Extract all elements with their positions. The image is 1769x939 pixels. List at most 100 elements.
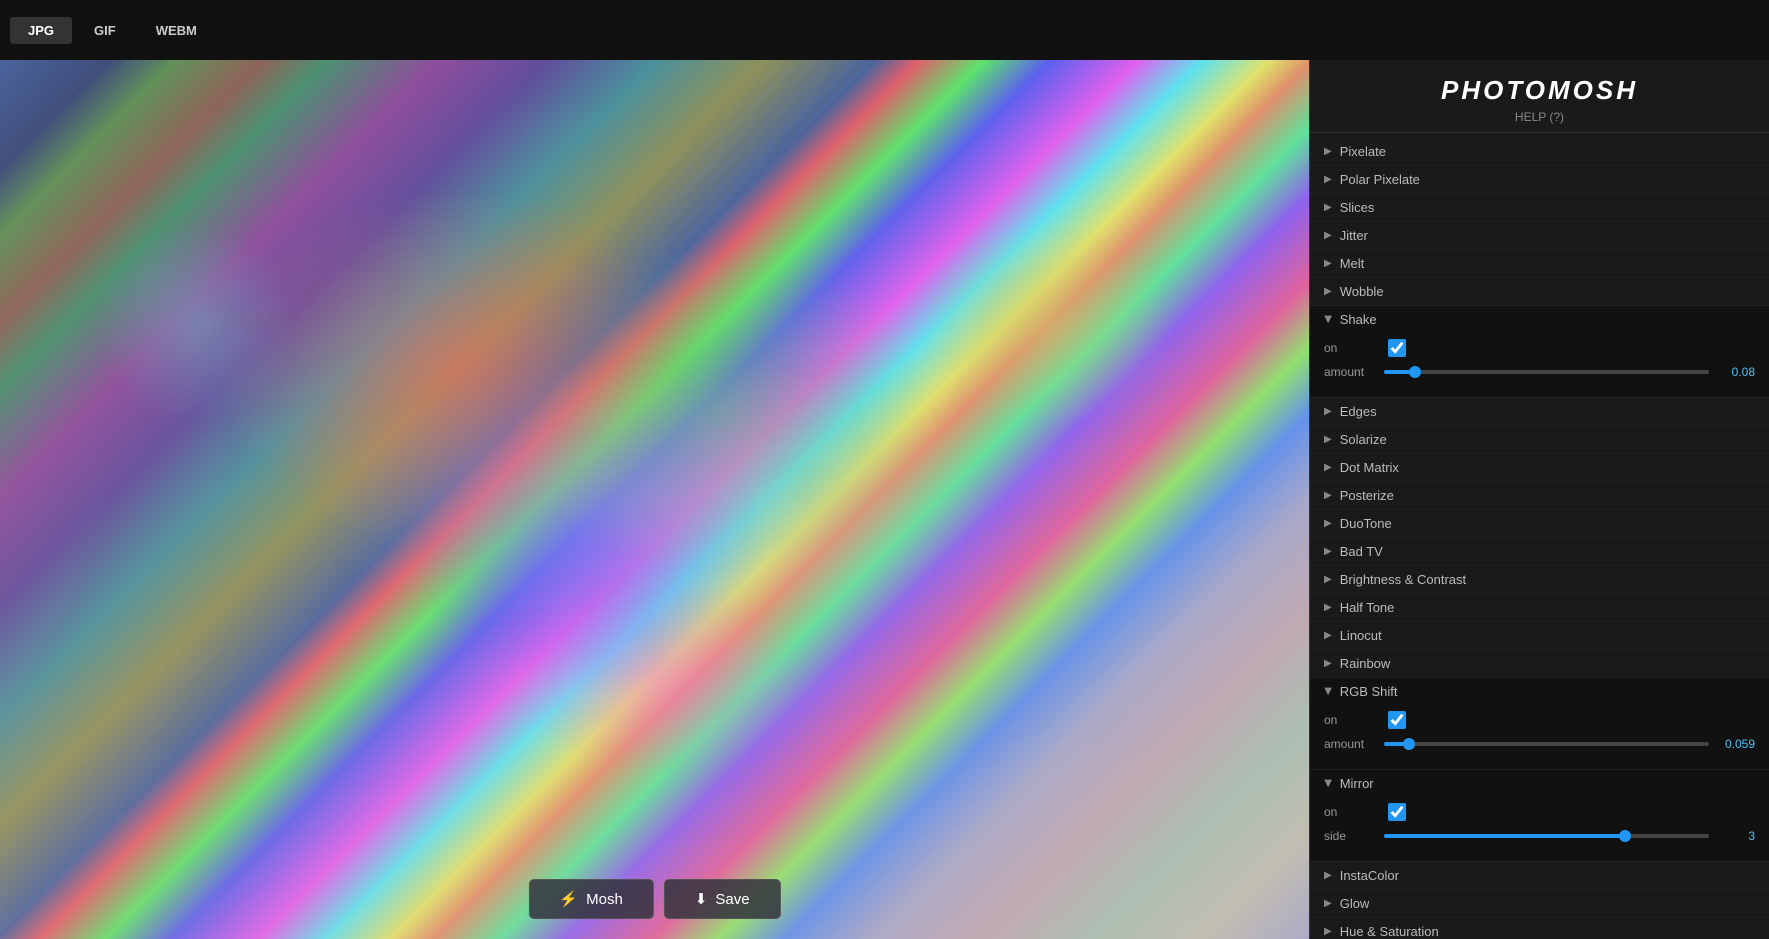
effect-row-half-tone[interactable]: ▶ Half Tone — [1310, 594, 1769, 622]
effect-label-melt: Melt — [1340, 256, 1365, 271]
effect-header-mirror[interactable]: ▶ Mirror — [1310, 770, 1769, 797]
save-icon: ⬇ — [695, 890, 708, 908]
arrow-icon-bad-tv: ▶ — [1324, 546, 1332, 557]
effect-header-rgb-shift[interactable]: ▶ RGB Shift — [1310, 678, 1769, 705]
shake-on-checkbox[interactable] — [1388, 339, 1406, 357]
effect-label-mirror: Mirror — [1340, 776, 1374, 791]
tab-jpg[interactable]: JPG — [10, 17, 72, 44]
arrow-icon-jitter: ▶ — [1324, 230, 1332, 241]
mirror-side-label: side — [1324, 829, 1384, 843]
arrow-icon-instacolor: ▶ — [1324, 870, 1332, 881]
save-label: Save — [715, 891, 749, 908]
shake-amount-row: amount 0.08 — [1324, 365, 1755, 379]
rgb-shift-amount-value: 0.059 — [1715, 737, 1755, 751]
effect-row-slices[interactable]: ▶ Slices — [1310, 194, 1769, 222]
rgb-shift-on-row: on — [1324, 711, 1755, 729]
effect-row-brightness-contrast[interactable]: ▶ Brightness & Contrast — [1310, 566, 1769, 594]
effect-label-shake: Shake — [1340, 312, 1377, 327]
arrow-icon-mirror: ▶ — [1322, 780, 1333, 788]
rgb-shift-amount-label: amount — [1324, 737, 1384, 751]
effect-label-brightness-contrast: Brightness & Contrast — [1340, 572, 1466, 587]
effect-label-rgb-shift: RGB Shift — [1340, 684, 1398, 699]
arrow-icon-melt: ▶ — [1324, 258, 1332, 269]
arrow-icon-brightness-contrast: ▶ — [1324, 574, 1332, 585]
effect-row-glow[interactable]: ▶ Glow — [1310, 890, 1769, 918]
arrow-icon-polar-pixelate: ▶ — [1324, 174, 1332, 185]
arrow-icon-solarize: ▶ — [1324, 434, 1332, 445]
rgb-shift-controls: on amount 0.059 — [1310, 705, 1769, 769]
arrow-icon-duotone: ▶ — [1324, 518, 1332, 529]
effect-label-solarize: Solarize — [1340, 432, 1387, 447]
effect-row-polar-pixelate[interactable]: ▶ Polar Pixelate — [1310, 166, 1769, 194]
mosh-label: Mosh — [586, 891, 623, 908]
arrow-icon-linocut: ▶ — [1324, 630, 1332, 641]
effect-row-bad-tv[interactable]: ▶ Bad TV — [1310, 538, 1769, 566]
arrow-icon-glow: ▶ — [1324, 898, 1332, 909]
right-panel: PHOTOMOSH HELP (?) ▶ Pixelate ▶ Polar Pi… — [1309, 60, 1769, 939]
effect-label-slices: Slices — [1340, 200, 1375, 215]
shake-slider-wrap: 0.08 — [1384, 365, 1755, 379]
canvas-image — [0, 60, 1309, 939]
effect-label-instacolor: InstaColor — [1340, 868, 1399, 883]
arrow-icon-dot-matrix: ▶ — [1324, 462, 1332, 473]
arrow-icon-posterize: ▶ — [1324, 490, 1332, 501]
effect-label-glow: Glow — [1340, 896, 1370, 911]
arrow-icon-shake: ▶ — [1322, 316, 1333, 324]
top-bar: JPG GIF WEBM — [0, 0, 1769, 60]
effect-label-edges: Edges — [1340, 404, 1377, 419]
help-link[interactable]: HELP (?) — [1310, 110, 1769, 124]
effect-row-instacolor[interactable]: ▶ InstaColor — [1310, 862, 1769, 890]
effect-header-shake[interactable]: ▶ Shake — [1310, 306, 1769, 333]
effect-row-dot-matrix[interactable]: ▶ Dot Matrix — [1310, 454, 1769, 482]
rgb-shift-amount-row: amount 0.059 — [1324, 737, 1755, 751]
arrow-icon-rgb-shift: ▶ — [1322, 688, 1333, 696]
shake-amount-slider[interactable] — [1384, 370, 1709, 374]
effect-section-shake: ▶ Shake on amount 0.08 — [1310, 306, 1769, 398]
bottom-toolbar: ⚡ Mosh ⬇ Save — [528, 879, 780, 919]
arrow-icon-half-tone: ▶ — [1324, 602, 1332, 613]
effect-row-wobble[interactable]: ▶ Wobble — [1310, 278, 1769, 306]
effect-section-mirror: ▶ Mirror on side 3 — [1310, 770, 1769, 862]
mirror-side-slider-wrap: 3 — [1384, 829, 1755, 843]
effect-label-half-tone: Half Tone — [1340, 600, 1395, 615]
app-logo: PHOTOMOSH — [1310, 75, 1769, 106]
mirror-side-slider[interactable] — [1384, 834, 1709, 838]
tab-webm[interactable]: WEBM — [138, 17, 215, 44]
arrow-icon-hue-saturation: ▶ — [1324, 926, 1332, 937]
effect-row-duotone[interactable]: ▶ DuoTone — [1310, 510, 1769, 538]
effect-row-linocut[interactable]: ▶ Linocut — [1310, 622, 1769, 650]
main-layout: ⚡ Mosh ⬇ Save PHOTOMOSH HELP (?) ▶ Pixel… — [0, 60, 1769, 939]
save-button[interactable]: ⬇ Save — [664, 879, 781, 919]
arrow-icon-pixelate: ▶ — [1324, 146, 1332, 157]
effect-row-pixelate[interactable]: ▶ Pixelate — [1310, 138, 1769, 166]
rgb-shift-on-checkbox[interactable] — [1388, 711, 1406, 729]
effect-label-jitter: Jitter — [1340, 228, 1368, 243]
mirror-on-checkbox[interactable] — [1388, 803, 1406, 821]
arrow-icon-slices: ▶ — [1324, 202, 1332, 213]
shake-controls: on amount 0.08 — [1310, 333, 1769, 397]
rgb-shift-amount-slider[interactable] — [1384, 742, 1709, 746]
effect-row-jitter[interactable]: ▶ Jitter — [1310, 222, 1769, 250]
effect-row-solarize[interactable]: ▶ Solarize — [1310, 426, 1769, 454]
tab-gif[interactable]: GIF — [76, 17, 134, 44]
effect-label-bad-tv: Bad TV — [1340, 544, 1383, 559]
panel-header: PHOTOMOSH HELP (?) — [1310, 60, 1769, 133]
effect-row-hue-saturation[interactable]: ▶ Hue & Saturation — [1310, 918, 1769, 939]
effect-label-polar-pixelate: Polar Pixelate — [1340, 172, 1420, 187]
effect-label-linocut: Linocut — [1340, 628, 1382, 643]
shake-amount-label: amount — [1324, 365, 1384, 379]
mirror-controls: on side 3 — [1310, 797, 1769, 861]
effect-row-edges[interactable]: ▶ Edges — [1310, 398, 1769, 426]
shake-on-row: on — [1324, 339, 1755, 357]
arrow-icon-rainbow: ▶ — [1324, 658, 1332, 669]
effect-row-rainbow[interactable]: ▶ Rainbow — [1310, 650, 1769, 678]
mosh-icon: ⚡ — [559, 890, 578, 908]
mosh-button[interactable]: ⚡ Mosh — [528, 879, 653, 919]
effect-row-posterize[interactable]: ▶ Posterize — [1310, 482, 1769, 510]
shake-amount-value: 0.08 — [1715, 365, 1755, 379]
effect-label-posterize: Posterize — [1340, 488, 1394, 503]
effect-row-melt[interactable]: ▶ Melt — [1310, 250, 1769, 278]
shake-on-label: on — [1324, 341, 1384, 355]
canvas-area: ⚡ Mosh ⬇ Save — [0, 60, 1309, 939]
effect-label-dot-matrix: Dot Matrix — [1340, 460, 1399, 475]
